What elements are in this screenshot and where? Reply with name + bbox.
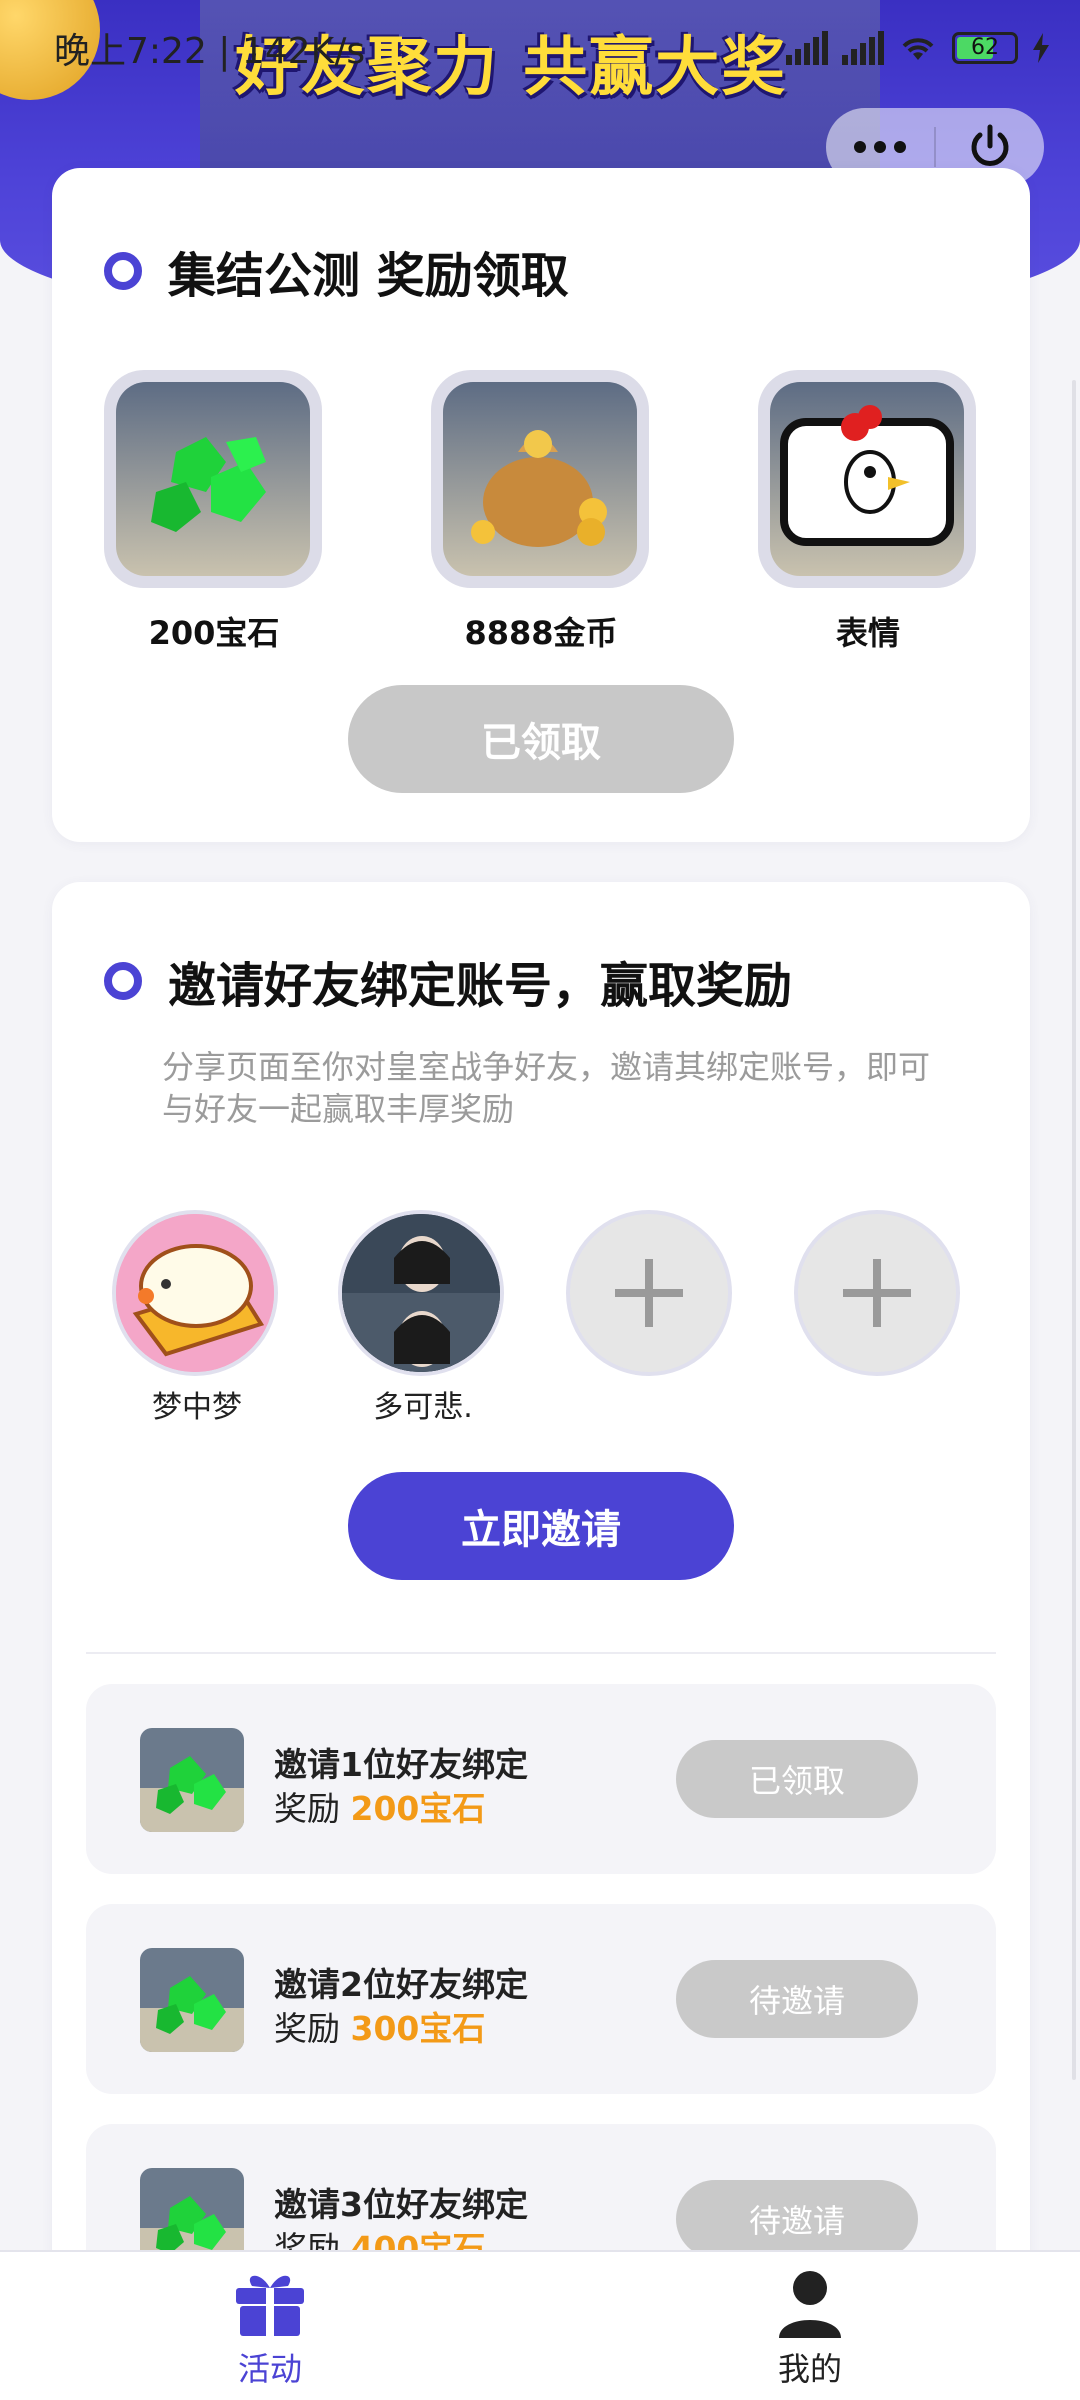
invite-task-1: 邀请1位好友绑定 奖励 200宝石 已领取 bbox=[86, 1684, 996, 1874]
plus-icon bbox=[615, 1259, 683, 1327]
battery-level: 62 bbox=[971, 35, 999, 60]
more-dots-icon bbox=[854, 141, 906, 153]
task-status-button[interactable]: 待邀请 bbox=[676, 2180, 918, 2258]
reward-item-emote: 表情 bbox=[758, 370, 978, 654]
task-status-button[interactable]: 待邀请 bbox=[676, 1960, 918, 2038]
friend-slot-2: 多可悲. bbox=[338, 1210, 508, 1426]
gems-icon bbox=[116, 382, 310, 576]
power-icon bbox=[971, 124, 1009, 166]
friend-avatar[interactable] bbox=[338, 1210, 504, 1376]
section-title-invite: 邀请好友绑定账号，赢取奖励 bbox=[104, 946, 792, 1016]
status-bar: 晚上7:22 | 142K/s 62 bbox=[0, 0, 1080, 96]
reward-item-coins: 8888金币 bbox=[431, 370, 651, 654]
reward-amount: 300宝石 bbox=[350, 2009, 486, 2048]
signal-icon bbox=[786, 31, 828, 65]
user-icon bbox=[779, 2271, 841, 2338]
friend-slot-4 bbox=[794, 1210, 964, 1382]
gift-icon bbox=[236, 2275, 304, 2336]
section-dot-icon bbox=[104, 252, 142, 290]
invite-description: 分享页面至你对皇室战争好友，邀请其绑定账号，即可与好友一起赢取丰厚奖励 bbox=[162, 1048, 931, 1128]
section-title-claim: 集结公测 奖励领取 bbox=[104, 236, 569, 306]
tab-mine[interactable]: 我的 bbox=[540, 2252, 1080, 2400]
friend-avatar[interactable] bbox=[112, 1210, 278, 1376]
reward-claim-card: 集结公测 奖励领取 200宝石 8888金币 表情 已领取 bbox=[52, 168, 1030, 842]
gems-icon bbox=[140, 1728, 244, 1832]
invite-friends-card: 邀请好友绑定账号，赢取奖励 分享页面至你对皇室战争好友，邀请其绑定账号，即可与好… bbox=[52, 882, 1030, 2282]
gems-icon bbox=[140, 1948, 244, 2052]
status-time: 晚上7:22 bbox=[54, 31, 207, 72]
battery-icon: 62 bbox=[952, 32, 1018, 64]
section-dot-icon bbox=[104, 962, 142, 1000]
reward-item-gems: 200宝石 bbox=[104, 370, 324, 654]
claimed-button[interactable]: 已领取 bbox=[348, 685, 734, 793]
charging-icon bbox=[1033, 33, 1049, 63]
invite-now-button[interactable]: 立即邀请 bbox=[348, 1472, 734, 1580]
network-speed: 142K/s bbox=[241, 31, 366, 72]
signal-icon-2 bbox=[842, 31, 884, 65]
add-friend-button[interactable] bbox=[566, 1210, 732, 1376]
plus-icon bbox=[843, 1259, 911, 1327]
friend-slot-1: 梦中梦 bbox=[112, 1210, 282, 1426]
wifi-icon bbox=[902, 38, 934, 60]
status-left: 晚上7:22 | 142K/s bbox=[54, 31, 366, 72]
divider bbox=[86, 1652, 996, 1654]
bottom-tab-bar: 活动 我的 bbox=[0, 2250, 1080, 2400]
scrollbar[interactable] bbox=[1072, 380, 1076, 2080]
reward-list: 200宝石 8888金币 表情 bbox=[104, 370, 978, 652]
add-friend-button[interactable] bbox=[794, 1210, 960, 1376]
task-status-button[interactable]: 已领取 bbox=[676, 1740, 918, 1818]
invite-task-2: 邀请2位好友绑定 奖励 300宝石 待邀请 bbox=[86, 1904, 996, 2094]
chicken-emote-icon bbox=[770, 382, 964, 576]
tab-activity[interactable]: 活动 bbox=[0, 2252, 540, 2400]
coin-bag-icon bbox=[443, 382, 637, 576]
status-right: 62 bbox=[786, 31, 1050, 65]
friend-slot-3 bbox=[566, 1210, 736, 1382]
reward-amount: 200宝石 bbox=[350, 1789, 486, 1828]
